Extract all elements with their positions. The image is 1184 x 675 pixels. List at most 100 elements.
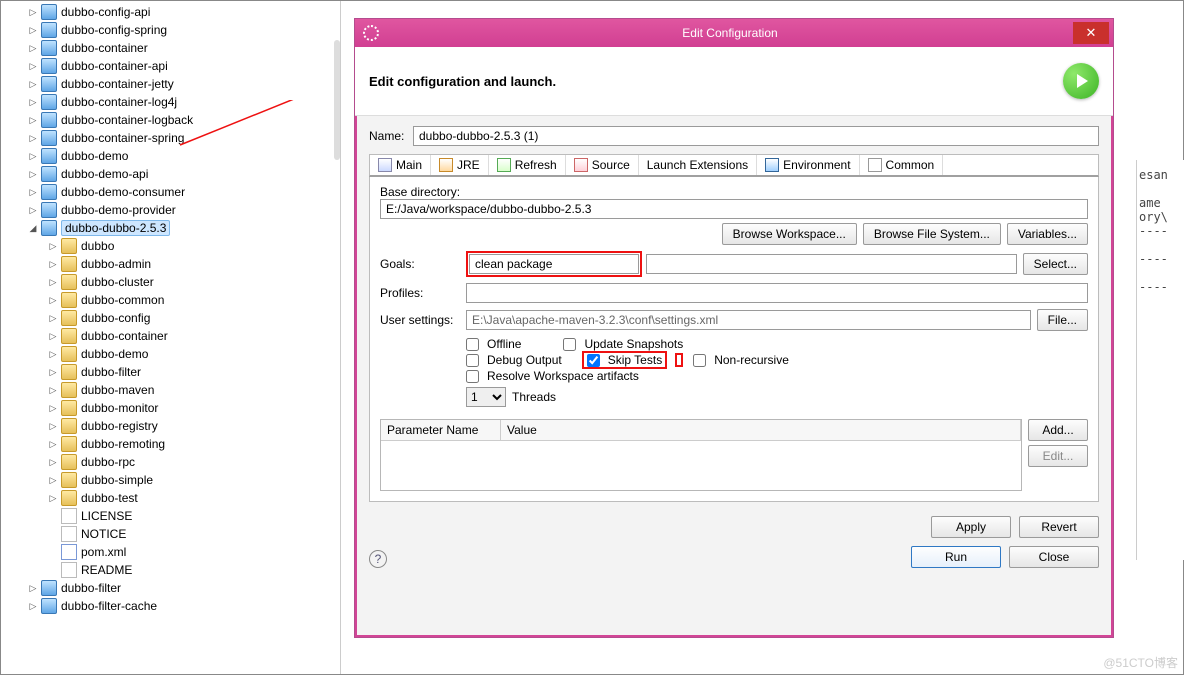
expand-icon[interactable]: ▷ [28,79,38,90]
tree-item[interactable]: ▷dubbo-filter [1,363,340,381]
goals-input-ext[interactable] [646,254,1017,274]
tree-item[interactable]: ▷dubbo-config-spring [1,21,340,39]
expand-icon[interactable]: ▷ [28,169,38,180]
tree-item[interactable]: ▷dubbo-demo [1,345,340,363]
expand-icon[interactable]: ▷ [48,439,58,450]
update-snapshots-checkbox[interactable]: Update Snapshots [563,337,683,351]
tab-common[interactable]: Common [860,155,944,175]
expand-icon[interactable]: ▷ [48,241,58,252]
expand-icon[interactable]: ▷ [48,403,58,414]
add-param-button[interactable]: Add... [1028,419,1088,441]
help-icon[interactable]: ? [369,550,387,568]
tree-item[interactable]: ▷dubbo-container-api [1,57,340,75]
tree-item[interactable]: ▷dubbo-config [1,309,340,327]
tree-item[interactable]: ▷dubbo-monitor [1,399,340,417]
expand-icon[interactable]: ▷ [48,385,58,396]
expand-icon[interactable]: ▷ [28,115,38,126]
tree-item[interactable]: ▷dubbo-cluster [1,273,340,291]
tree-item[interactable]: ▷dubbo-demo-api [1,165,340,183]
expand-icon[interactable]: ▷ [48,457,58,468]
expand-icon[interactable]: ▷ [28,151,38,162]
threads-select[interactable]: 1 [466,387,506,407]
expand-icon[interactable]: ▷ [28,133,38,144]
browse-filesystem-button[interactable]: Browse File System... [863,223,1001,245]
tab-launch-extensions[interactable]: Launch Extensions [639,155,757,175]
tree-item[interactable]: ▷dubbo-common [1,291,340,309]
tab-main[interactable]: Main [370,155,431,175]
tab-environment[interactable]: Environment [757,155,859,175]
tree-item[interactable]: ▷dubbo-remoting [1,435,340,453]
offline-checkbox[interactable]: Offline [466,337,521,351]
tree-item[interactable]: ▷dubbo-container [1,39,340,57]
expand-icon[interactable]: ▷ [48,367,58,378]
tab-source[interactable]: Source [566,155,639,175]
expand-icon[interactable]: ▷ [48,331,58,342]
tree-item[interactable]: ▷dubbo-simple [1,471,340,489]
tree-item[interactable]: ▷dubbo-container-log4j [1,93,340,111]
expand-icon[interactable]: ▷ [48,349,58,360]
expand-icon[interactable]: ▷ [28,97,38,108]
expand-icon[interactable]: ▷ [48,295,58,306]
variables-button[interactable]: Variables... [1007,223,1088,245]
run-button[interactable]: Run [911,546,1001,568]
expand-icon[interactable]: ▷ [28,61,38,72]
parameters-table[interactable]: Parameter Name Value [380,419,1022,491]
name-input[interactable] [413,126,1099,146]
expand-icon[interactable]: ◢ [28,223,38,234]
expand-icon[interactable]: ▷ [28,205,38,216]
tree-item[interactable]: ▷dubbo-demo [1,147,340,165]
tree-item[interactable]: ▷dubbo-test [1,489,340,507]
close-button[interactable]: Close [1009,546,1099,568]
base-directory-input[interactable] [380,199,1088,219]
expand-icon[interactable]: ▷ [48,493,58,504]
non-recursive-checkbox[interactable]: Non-recursive [693,353,789,367]
debug-output-checkbox[interactable]: Debug Output [466,353,562,367]
expand-icon[interactable]: ▷ [48,421,58,432]
tree-item[interactable]: ▷dubbo-filter [1,579,340,597]
expand-icon[interactable]: ▷ [48,475,58,486]
tree-item[interactable]: ▷dubbo-rpc [1,453,340,471]
profiles-input[interactable] [466,283,1088,303]
revert-button[interactable]: Revert [1019,516,1099,538]
tree-item[interactable]: ▷dubbo-config-api [1,3,340,21]
expand-icon[interactable]: ▷ [28,583,38,594]
tab-refresh[interactable]: Refresh [489,155,566,175]
tab-jre[interactable]: JRE [431,155,489,175]
file-button[interactable]: File... [1037,309,1088,331]
resolve-workspace-checkbox[interactable]: Resolve Workspace artifacts [466,369,639,383]
expand-icon[interactable]: ▷ [28,7,38,18]
tree-item[interactable]: ◢dubbo-dubbo-2.5.3 [1,219,340,237]
dialog-titlebar[interactable]: Edit Configuration ✕ [355,19,1113,47]
tree-item[interactable]: ▷dubbo-demo-provider [1,201,340,219]
tree-item[interactable]: NOTICE [1,525,340,543]
tree-item[interactable]: README [1,561,340,579]
skip-tests-checkbox[interactable]: Skip Tests [587,353,662,367]
expand-icon[interactable]: ▷ [28,25,38,36]
tree-item[interactable]: ▷dubbo-container-spring [1,129,340,147]
expand-icon[interactable]: ▷ [28,187,38,198]
expand-icon[interactable]: ▷ [28,43,38,54]
tree-item[interactable]: ▷dubbo-admin [1,255,340,273]
tree-item[interactable]: ▷dubbo-container [1,327,340,345]
goals-input[interactable] [469,254,639,274]
expand-icon[interactable]: ▷ [48,313,58,324]
tree-item[interactable]: ▷dubbo-container-jetty [1,75,340,93]
expand-icon[interactable]: ▷ [28,601,38,612]
tree-item[interactable]: ▷dubbo-container-logback [1,111,340,129]
edit-param-button[interactable]: Edit... [1028,445,1088,467]
user-settings-input[interactable] [466,310,1031,330]
browse-workspace-button[interactable]: Browse Workspace... [722,223,857,245]
tree-item[interactable]: ▷dubbo-filter-cache [1,597,340,615]
apply-button[interactable]: Apply [931,516,1011,538]
tree-item[interactable]: ▷dubbo-demo-consumer [1,183,340,201]
close-icon[interactable]: ✕ [1073,22,1109,44]
tree-scrollbar[interactable] [334,40,340,160]
select-goals-button[interactable]: Select... [1023,253,1088,275]
tree-item[interactable]: ▷dubbo-registry [1,417,340,435]
expand-icon[interactable]: ▷ [48,277,58,288]
tree-item[interactable]: ▷dubbo-maven [1,381,340,399]
tree-item[interactable]: ▷dubbo [1,237,340,255]
expand-icon[interactable]: ▷ [48,259,58,270]
tree-item[interactable]: LICENSE [1,507,340,525]
project-tree[interactable]: ▷dubbo-config-api▷dubbo-config-spring▷du… [1,1,341,674]
